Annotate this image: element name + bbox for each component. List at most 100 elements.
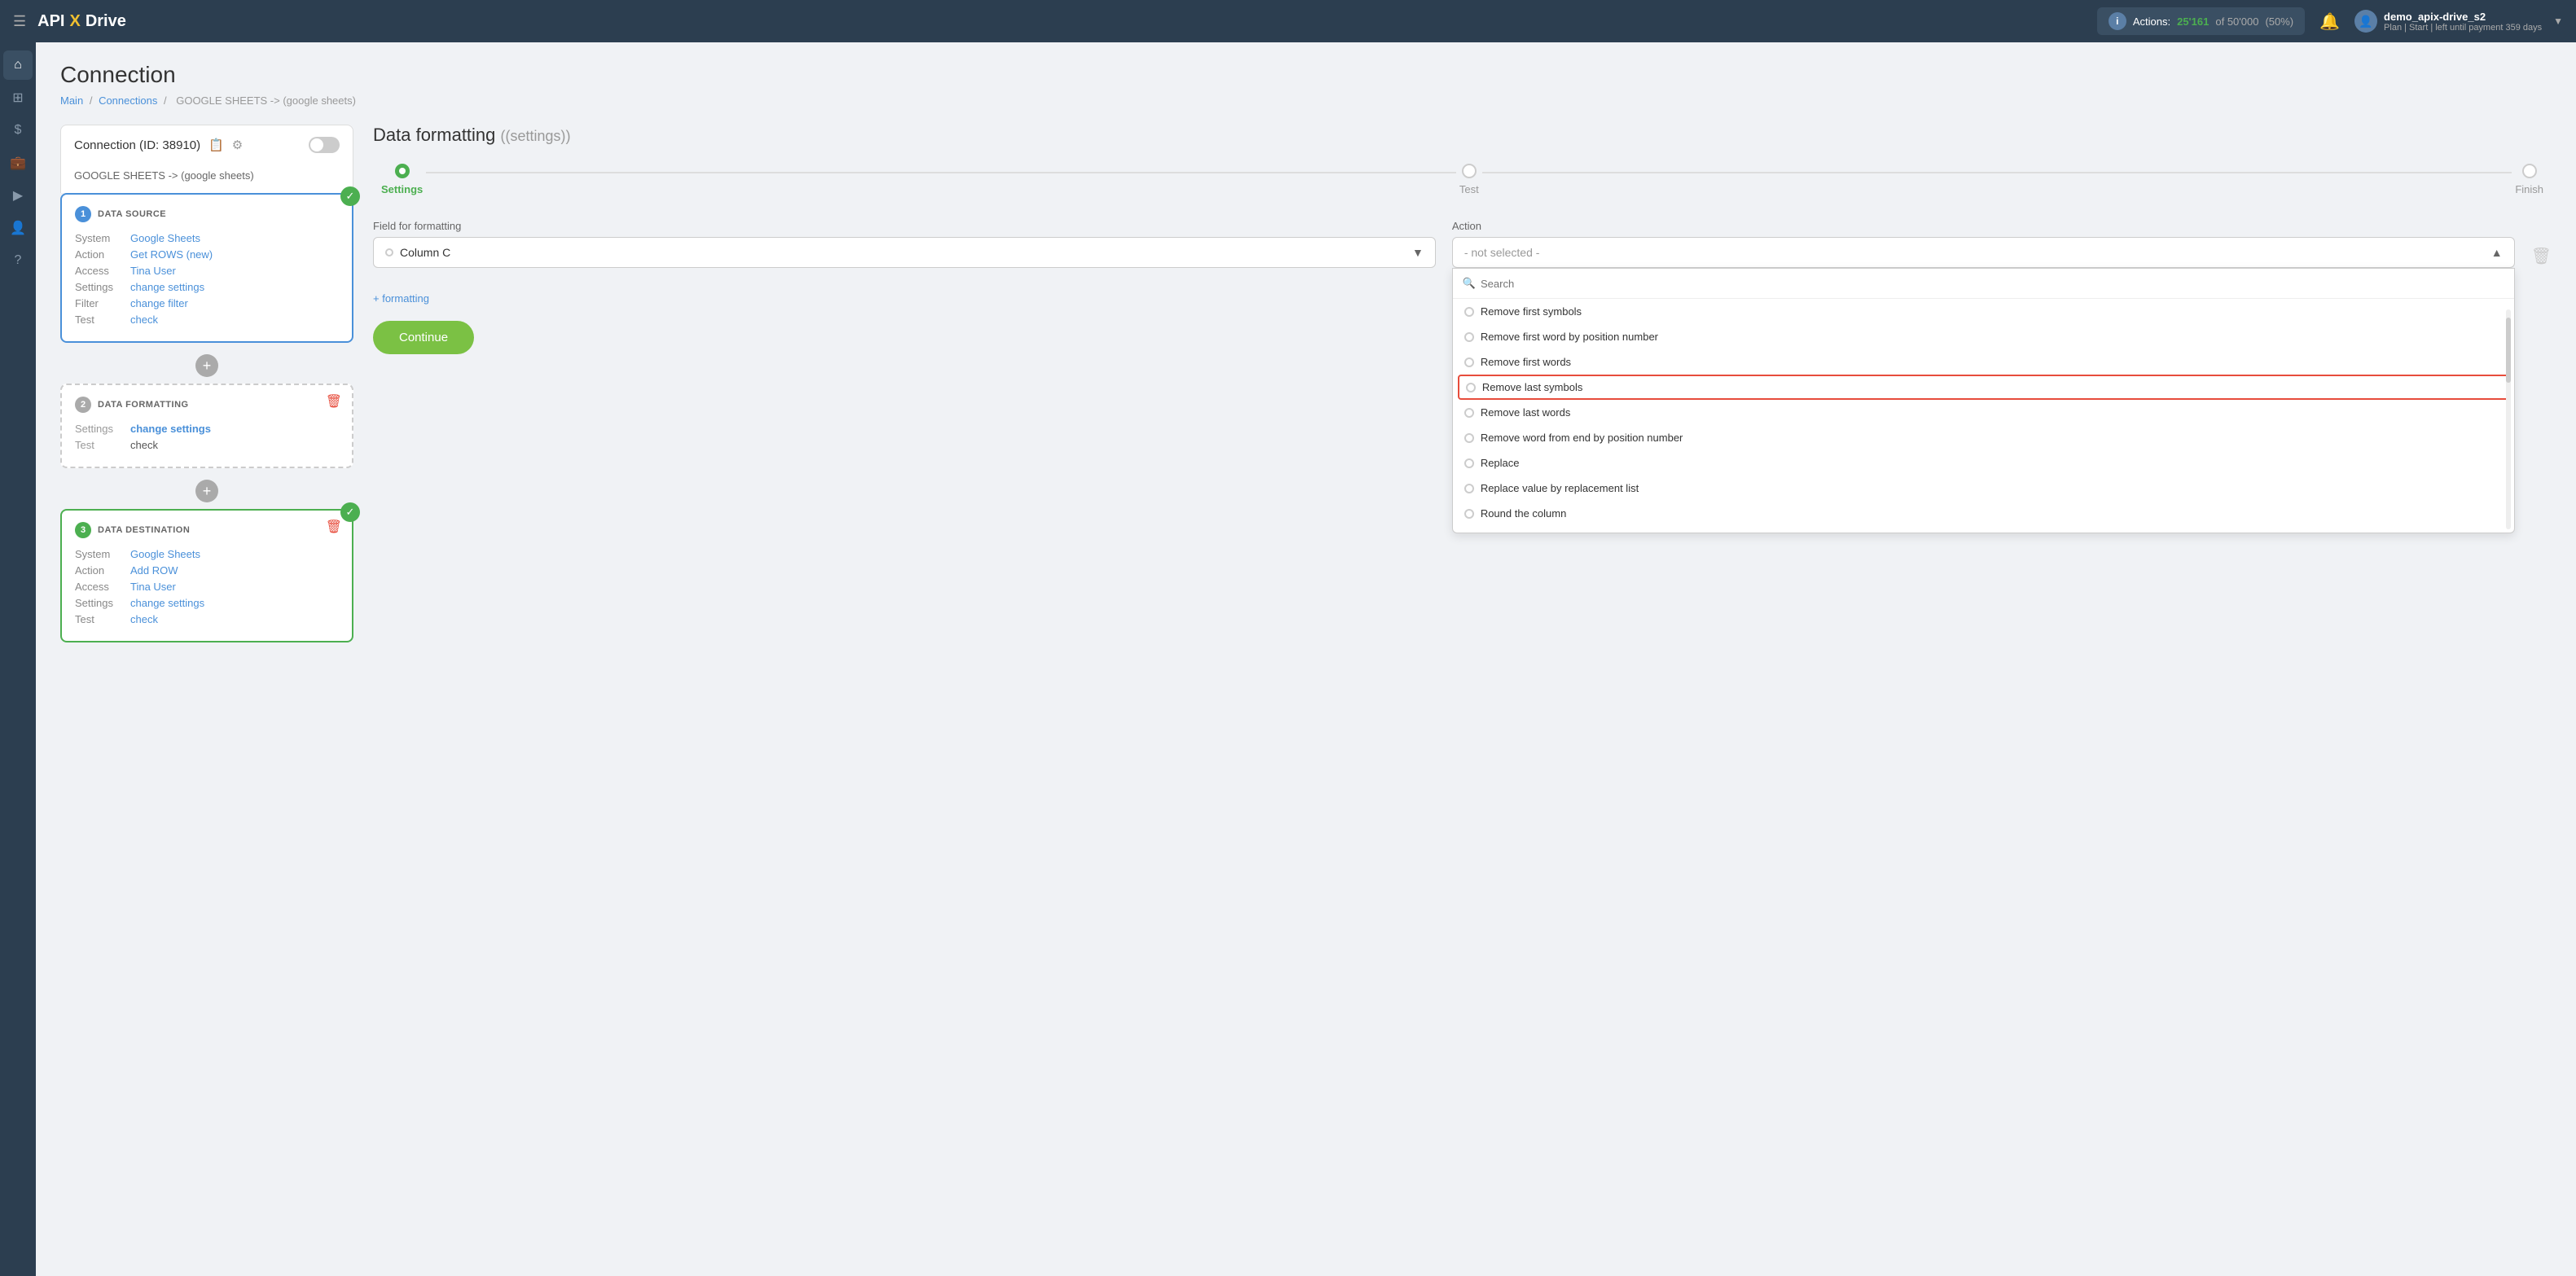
user-chevron-icon[interactable]: ▼ <box>2553 15 2563 27</box>
sidebar-item-play[interactable]: ▶ <box>3 181 33 210</box>
step1-row-action: Action Get ROWS (new) <box>75 248 339 261</box>
step2-card: 🗑 2 DATA FORMATTING Settings change sett… <box>60 384 353 468</box>
dropdown-option-6[interactable]: Replace <box>1453 450 2514 476</box>
add-formatting-link[interactable]: + formatting <box>373 292 429 305</box>
step2-delete-icon[interactable]: 🗑 <box>326 393 342 410</box>
copy-icon[interactable]: 📋 <box>208 138 224 152</box>
prog-circle-settings <box>395 164 410 178</box>
option-label-5: Remove word from end by position number <box>1481 432 1683 444</box>
step3-delete-icon[interactable]: 🗑 <box>326 519 342 535</box>
option-radio-8 <box>1464 509 1474 519</box>
add-step-btn-1[interactable]: + <box>195 354 218 377</box>
step1-row-system: System Google Sheets <box>75 232 339 244</box>
field-value: Column C <box>400 246 450 259</box>
step2-title: DATA FORMATTING <box>98 400 189 410</box>
option-label-3: Remove last symbols <box>1482 381 1583 393</box>
step3-row-test: Test check <box>75 613 339 625</box>
sidebar-item-billing[interactable]: $ <box>3 116 33 145</box>
dropdown-option-4[interactable]: Remove last words <box>1453 400 2514 425</box>
user-area: 👤 demo_apix-drive_s2 Plan | Start | left… <box>2354 10 2563 33</box>
page-title: Connection <box>60 62 2552 88</box>
step2-row-settings: Settings change settings <box>75 423 339 435</box>
toggle-switch[interactable] <box>309 137 340 153</box>
option-label-2: Remove first words <box>1481 356 1571 368</box>
action-group: Action - not selected - ▲ 🔍 Remo <box>1452 220 2515 268</box>
option-label-0: Remove first symbols <box>1481 305 1582 318</box>
step3-row-action: Action Add ROW <box>75 564 339 577</box>
actions-pct: (50%) <box>2265 15 2293 28</box>
step3-row-system: System Google Sheets <box>75 548 339 560</box>
continue-button[interactable]: Continue <box>373 321 474 354</box>
dropdown-search-input[interactable] <box>1481 278 2504 290</box>
step3-row-access: Access Tina User <box>75 581 339 593</box>
user-name: demo_apix-drive_s2 <box>2384 11 2542 23</box>
field-select[interactable]: Column C ▼ <box>373 237 1436 268</box>
action-label: Action <box>1452 220 2515 232</box>
prog-step-finish: Finish <box>2515 164 2543 195</box>
sidebar-item-grid[interactable]: ⊞ <box>3 83 33 112</box>
step3-number: 3 <box>75 522 91 538</box>
field-for-formatting-group: Field for formatting Column C ▼ <box>373 220 1436 268</box>
prog-circle-test <box>1462 164 1477 178</box>
logo-x: X <box>69 12 80 31</box>
actions-count: 25'161 <box>2177 15 2209 28</box>
dropdown-option-1[interactable]: Remove first word by position number <box>1453 324 2514 349</box>
user-plan: Plan | Start | left until payment 359 da… <box>2384 23 2542 33</box>
connection-header: Connection (ID: 38910) 📋 ⚙ <box>60 125 353 164</box>
sidebar-item-help[interactable]: ? <box>3 246 33 275</box>
prog-label-settings: Settings <box>381 183 423 195</box>
dropdown-option-2[interactable]: Remove first words <box>1453 349 2514 375</box>
dropdown-option-8[interactable]: Round the column <box>1453 501 2514 526</box>
action-placeholder: - not selected - <box>1464 246 1540 259</box>
actions-total: of 50'000 <box>2215 15 2258 28</box>
option-label-1: Remove first word by position number <box>1481 331 1658 343</box>
delete-row-icon[interactable]: 🗑 <box>2531 246 2552 266</box>
layout: Connection (ID: 38910) 📋 ⚙ GOOGLE SHEETS… <box>60 125 2552 654</box>
logo-drive: Drive <box>86 12 126 31</box>
dropdown-option-0[interactable]: Remove first symbols <box>1453 299 2514 324</box>
step3-card: ✓ 🗑 3 DATA DESTINATION System Google She… <box>60 509 353 642</box>
hamburger-icon[interactable]: ☰ <box>13 13 26 30</box>
field-chevron-icon: ▼ <box>1412 246 1424 259</box>
topnav: ☰ APIXDrive i Actions: 25'161 of 50'000 … <box>0 0 2576 42</box>
gear-icon[interactable]: ⚙ <box>232 138 243 152</box>
breadcrumb-current: GOOGLE SHEETS -> (google sheets) <box>176 94 356 107</box>
step1-number: 1 <box>75 206 91 222</box>
option-label-4: Remove last words <box>1481 406 1571 419</box>
breadcrumb: Main / Connections / GOOGLE SHEETS -> (g… <box>60 94 2552 107</box>
step3-check-icon: ✓ <box>340 502 360 522</box>
user-details: demo_apix-drive_s2 Plan | Start | left u… <box>2384 11 2542 33</box>
step3-row-settings: Settings change settings <box>75 597 339 609</box>
add-step-btn-2[interactable]: + <box>195 480 218 502</box>
scrollbar-thumb[interactable] <box>2506 318 2511 383</box>
option-radio-3 <box>1466 383 1476 392</box>
sidebar-item-briefcase[interactable]: 💼 <box>3 148 33 178</box>
breadcrumb-connections[interactable]: Connections <box>99 94 157 107</box>
step1-row-access: Access Tina User <box>75 265 339 277</box>
step1-card: ✓ 1 DATA SOURCE System Google Sheets Act… <box>60 193 353 343</box>
bell-icon[interactable]: 🔔 <box>2319 11 2340 32</box>
dropdown-option-5[interactable]: Remove word from end by position number <box>1453 425 2514 450</box>
main-content: Connection Main / Connections / GOOGLE S… <box>36 42 2576 1276</box>
step2-header: 2 DATA FORMATTING <box>75 397 339 413</box>
connection-title: Connection (ID: 38910) <box>74 138 200 152</box>
section-title: Data formatting ((settings)) <box>373 125 2552 146</box>
circle-dot-icon <box>385 248 393 257</box>
field-label: Field for formatting <box>373 220 1436 232</box>
breadcrumb-main[interactable]: Main <box>60 94 83 107</box>
dropdown-option-3[interactable]: Remove last symbols <box>1458 375 2509 400</box>
connection-subtitle: GOOGLE SHEETS -> (google sheets) <box>60 164 353 193</box>
sidebar-item-home[interactable]: ⌂ <box>3 50 33 80</box>
sidebar-item-user[interactable]: 👤 <box>3 213 33 243</box>
section-title-main: Data formatting <box>373 125 495 145</box>
dropdown-option-7[interactable]: Replace value by replacement list <box>1453 476 2514 501</box>
prog-line-2 <box>1482 172 2512 173</box>
logo: APIXDrive <box>37 12 126 31</box>
step3-title: DATA DESTINATION <box>98 525 190 535</box>
connection-toggle[interactable] <box>309 137 340 153</box>
prog-step-settings: Settings <box>381 164 423 195</box>
action-dropdown-panel: 🔍 Remove first symbols Remove first word… <box>1452 268 2515 533</box>
option-radio-0 <box>1464 307 1474 317</box>
prog-line-1 <box>426 172 1456 173</box>
action-select[interactable]: - not selected - ▲ <box>1452 237 2515 268</box>
